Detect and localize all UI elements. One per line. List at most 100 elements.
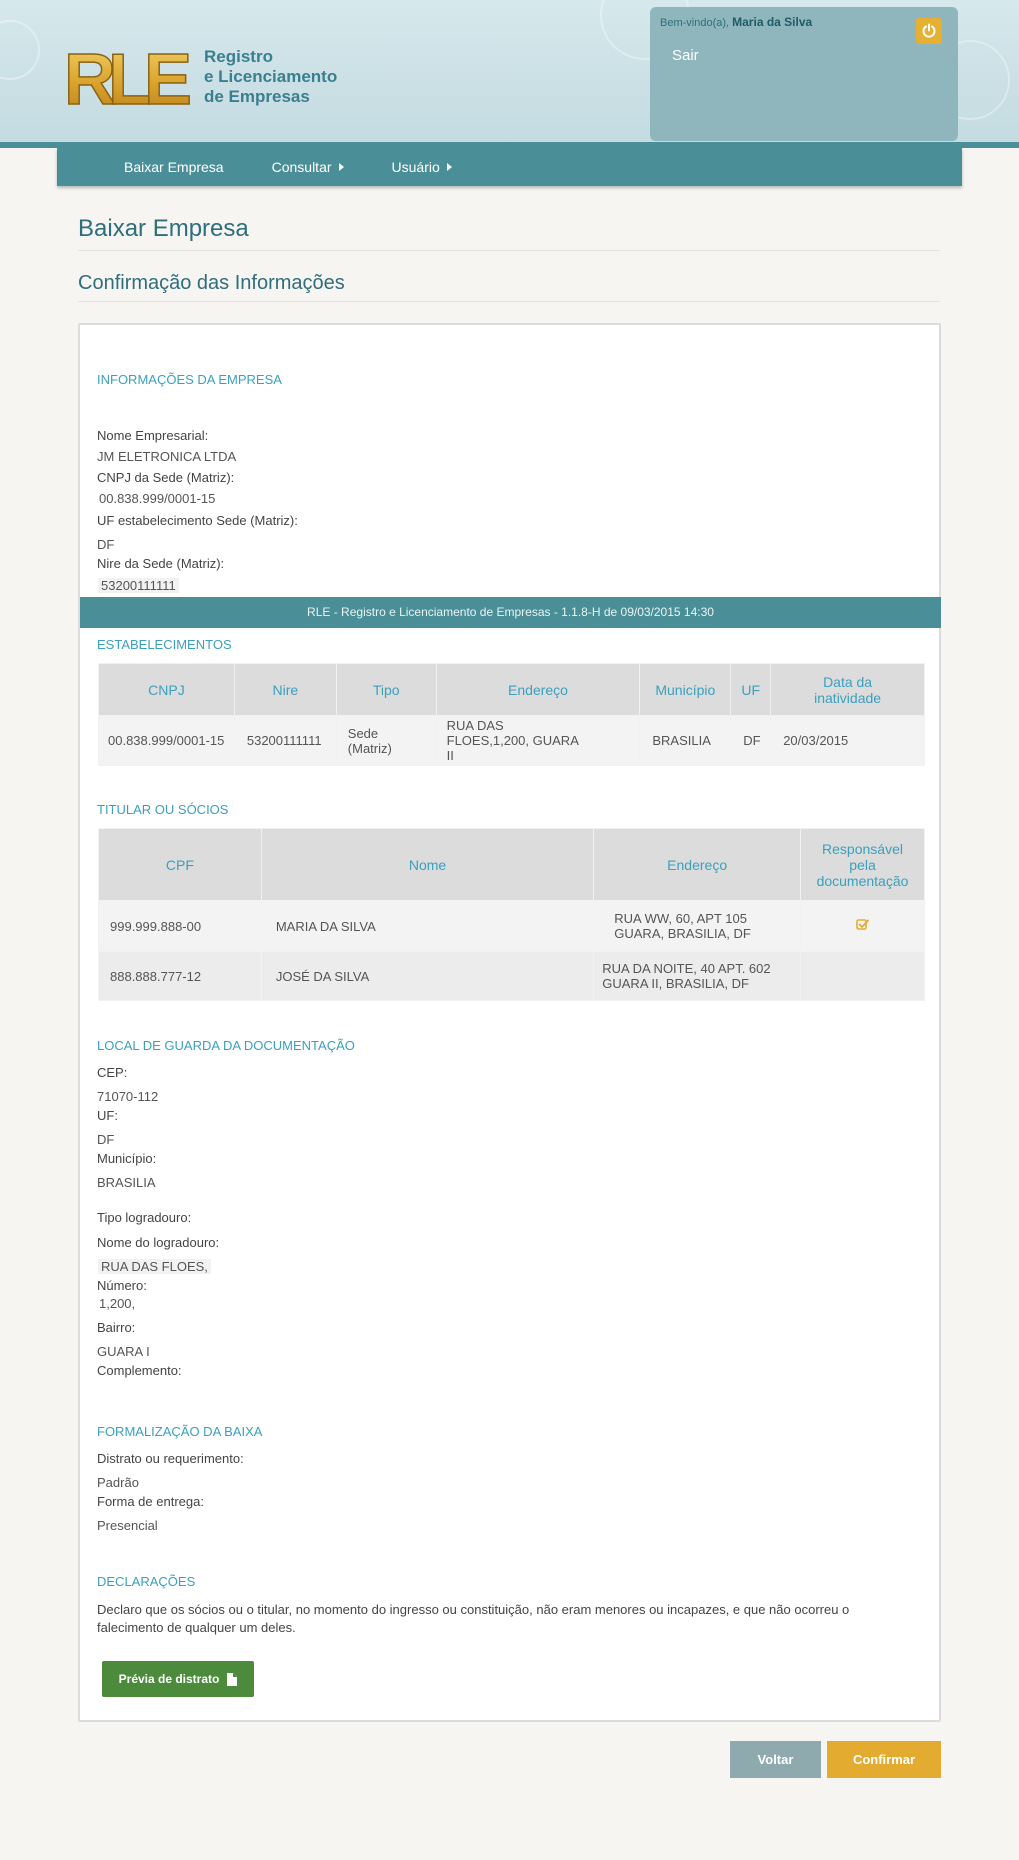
uf-value: DF	[97, 1132, 115, 1147]
main-nav: Baixar Empresa Consultar Usuário	[57, 148, 962, 186]
numero-value: 1,200,	[99, 1296, 136, 1311]
table-header-row: CNPJ Nire Tipo Endereço Município UF Dat…	[98, 663, 925, 716]
table-row: 888.888.777-12 JOSÉ DA SILVA RUA DA NOIT…	[98, 951, 925, 1001]
nome-logradouro-value: RUA DAS FLOES,	[98, 1259, 211, 1274]
distrato-label: Distrato ou requerimento:	[97, 1451, 244, 1466]
nav-item-consultar[interactable]: Consultar	[272, 159, 344, 175]
column-header: Município	[639, 663, 732, 716]
column-header: Endereço	[435, 663, 641, 716]
caret-right-icon	[446, 163, 452, 171]
uf-sede-value: DF	[97, 537, 115, 552]
column-header: CPF	[98, 828, 262, 901]
nire-sede-label: Nire da Sede (Matriz):	[97, 556, 225, 571]
nav-item-label: Usuário	[391, 159, 440, 175]
nav-item-usuario[interactable]: Usuário	[392, 159, 452, 175]
cell-tipo: Sede (Matriz)	[335, 715, 437, 766]
declaracao-text: Declaro que os sócios ou o titular, no m…	[97, 1602, 850, 1635]
logo-subtitle-line: de Empresas	[204, 87, 310, 106]
power-icon	[922, 23, 936, 38]
forma-entrega-value: Presencial	[97, 1518, 158, 1533]
column-header: Data da inatividade	[770, 663, 925, 716]
user-name: Maria da Silva	[732, 15, 813, 29]
nav-item-label: Baixar Empresa	[124, 159, 224, 175]
divider	[78, 250, 940, 251]
tipo-logradouro-label: Tipo logradouro:	[97, 1210, 192, 1225]
cell-nire: 53200111111	[233, 715, 337, 766]
table-header-row: CPF Nome Endereço Responsável pela docum…	[98, 828, 925, 901]
cell-cnpj: 00.838.999/0001-15	[98, 715, 235, 766]
column-header: UF	[730, 663, 772, 716]
estabelecimentos-table: CNPJ Nire Tipo Endereço Município UF Dat…	[98, 663, 925, 766]
cell-data-inatividade: 20/03/2015	[770, 715, 925, 766]
page-subtitle: Confirmação das Informações	[78, 272, 345, 294]
cell-responsavel	[800, 900, 925, 952]
column-header: Endereço	[593, 828, 802, 901]
voltar-button[interactable]: Voltar	[730, 1741, 821, 1778]
previa-distrato-label: Prévia de distrato	[118, 1672, 220, 1686]
user-box: Bem-vindo(a), Maria da Silva Sair	[650, 7, 958, 141]
complemento-label: Complemento:	[97, 1363, 182, 1378]
section-heading-socios: TITULAR OU SÓCIOS	[97, 802, 229, 817]
nome-empresarial-value: JM ELETRONICA LTDA	[97, 449, 237, 464]
forma-entrega-label: Forma de entrega:	[97, 1494, 204, 1509]
municipio-value: BRASILIA	[97, 1175, 156, 1190]
cell-responsavel	[800, 951, 925, 1001]
cnpj-sede-label: CNPJ da Sede (Matriz):	[97, 470, 235, 485]
section-heading-estabelecimentos: ESTABELECIMENTOS	[97, 637, 232, 652]
nav-item-baixar-empresa[interactable]: Baixar Empresa	[124, 159, 224, 175]
distrato-value: Padrão	[97, 1475, 139, 1490]
previa-distrato-button[interactable]: Prévia de distrato	[102, 1661, 254, 1697]
cell-municipio: BRASILIA	[639, 715, 732, 766]
cell-nome: JOSÉ DA SILVA	[260, 951, 595, 1001]
uf-label: UF:	[97, 1108, 118, 1123]
site-header: RLE Registro e Licenciamento de Empresas…	[0, 0, 1019, 148]
document-icon	[227, 1672, 238, 1686]
caret-right-icon	[338, 163, 344, 171]
section-heading-formalizacao: FORMALIZAÇÃO DA BAIXA	[97, 1424, 263, 1439]
logo-text: RLE	[64, 42, 192, 112]
cep-value: 71070-112	[97, 1089, 159, 1104]
cell-endereco: RUA DA NOITE, 40 APT. 602 GUARA II, BRAS…	[593, 951, 802, 1001]
column-header: Tipo	[335, 663, 437, 716]
cell-cpf: 888.888.777-12	[98, 951, 262, 1001]
table-row: 999.999.888-00 MARIA DA SILVA RUA WW, 60…	[98, 900, 925, 952]
column-header: CNPJ	[98, 663, 235, 716]
power-button[interactable]	[916, 18, 942, 44]
version-footer-bar: RLE - Registro e Licenciamento de Empres…	[80, 597, 941, 628]
numero-label: Número:	[97, 1278, 147, 1293]
page-title: Baixar Empresa	[78, 215, 249, 242]
cell-endereco: RUA DAS FLOES,1,200, GUARA II	[435, 715, 641, 766]
nire-sede-value: 53200111111	[98, 578, 179, 593]
cell-nome: MARIA DA SILVA	[260, 900, 595, 952]
section-heading-empresa: INFORMAÇÕES DA EMPRESA	[97, 372, 282, 387]
column-header: Nome	[260, 828, 595, 901]
cnpj-sede-value: 00.838.999/0001-15	[99, 491, 216, 506]
uf-sede-label: UF estabelecimento Sede (Matriz):	[97, 513, 298, 528]
logout-link[interactable]: Sair	[672, 47, 699, 64]
checkbox-checked-icon	[856, 919, 869, 930]
column-header: Nire	[233, 663, 337, 716]
confirmar-button[interactable]: Confirmar	[827, 1741, 941, 1778]
nome-empresarial-label: Nome Empresarial:	[97, 428, 209, 443]
confirmation-panel: INFORMAÇÕES DA EMPRESA Nome Empresarial:…	[78, 323, 941, 1722]
section-heading-local: LOCAL DE GUARDA DA DOCUMENTAÇÃO	[97, 1038, 355, 1053]
welcome-text: Bem-vindo(a), Maria da Silva	[660, 15, 812, 29]
logo-subtitle-line: Registro	[204, 47, 273, 66]
nav-item-label: Consultar	[271, 159, 332, 175]
nome-logradouro-label: Nome do logradouro:	[97, 1235, 220, 1250]
welcome-prefix: Bem-vindo(a),	[660, 17, 730, 29]
section-heading-declaracoes: DECLARAÇÕES	[97, 1574, 196, 1589]
bairro-label: Bairro:	[97, 1320, 136, 1335]
logo-subtitle: Registro e Licenciamento de Empresas	[204, 47, 337, 107]
rle-logo[interactable]: RLE	[62, 42, 194, 112]
decorative-circle	[0, 20, 40, 80]
table-row: 00.838.999/0001-15 53200111111 Sede (Mat…	[98, 715, 925, 766]
divider	[78, 301, 940, 302]
logo-subtitle-line: e Licenciamento	[204, 67, 338, 86]
column-header: Responsável pela documentação	[800, 828, 925, 901]
cell-uf: DF	[730, 715, 772, 766]
municipio-label: Município:	[97, 1151, 157, 1166]
cell-endereco: RUA WW, 60, APT 105 GUARA, BRASILIA, DF	[593, 900, 802, 952]
socios-table: CPF Nome Endereço Responsável pela docum…	[98, 828, 925, 1001]
cell-cpf: 999.999.888-00	[98, 900, 262, 952]
